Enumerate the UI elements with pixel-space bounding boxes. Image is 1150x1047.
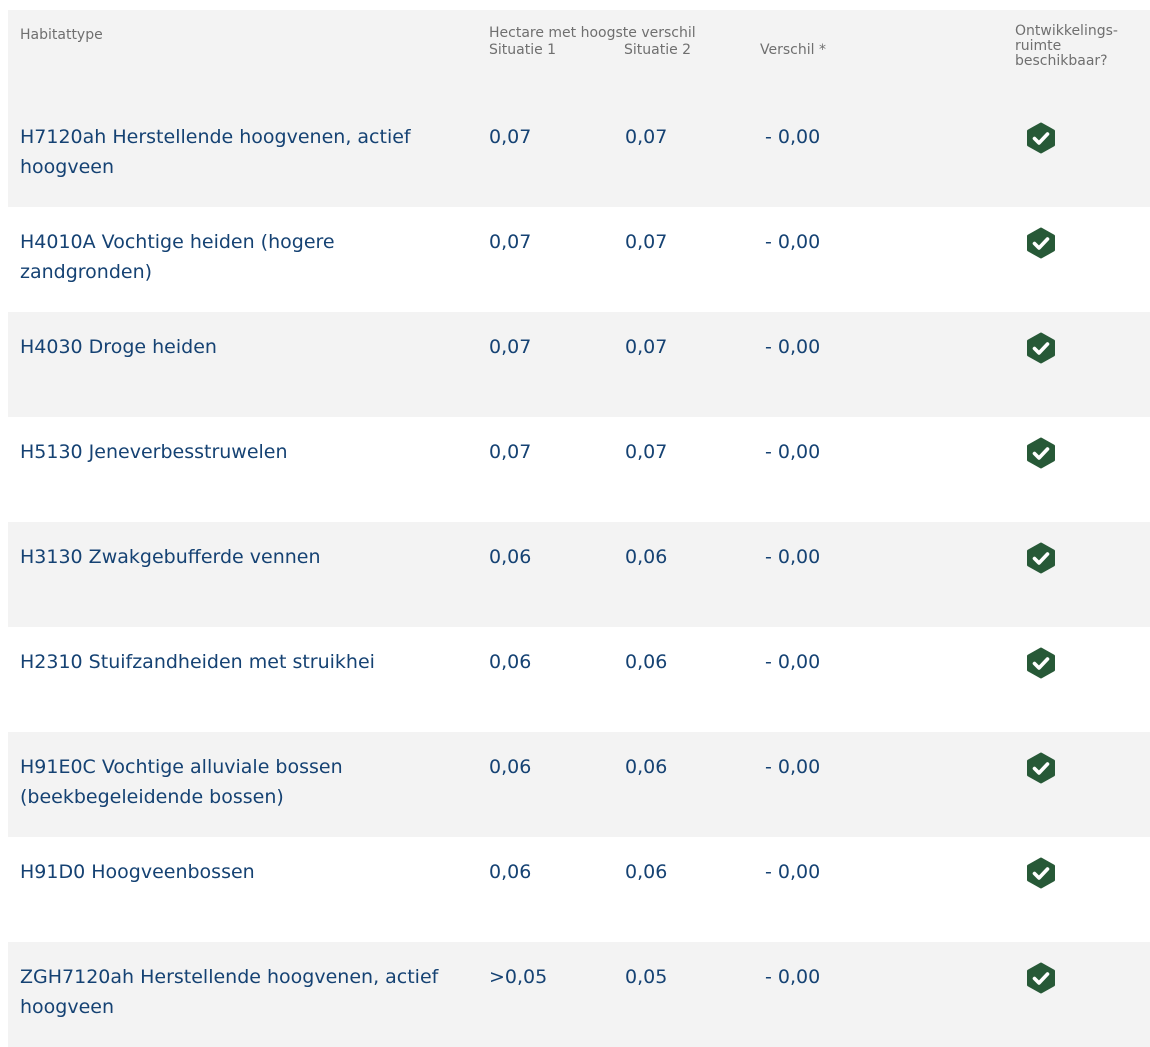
situation-1-value: >0,05 (489, 966, 548, 988)
difference-value: - 0,00 (765, 126, 821, 148)
header-situation-1: Situatie 1 (489, 42, 557, 58)
situation-1-value: 0,07 (489, 336, 532, 358)
situation-2-value: 0,05 (625, 966, 668, 988)
situation-2-value: 0,06 (625, 546, 668, 568)
header-habitat-type: Habitattype (20, 27, 103, 43)
habitat-name[interactable]: H4010A Vochtige heiden (hogere zandgrond… (20, 227, 465, 287)
situation-2-value: 0,07 (625, 441, 668, 463)
habitat-name[interactable]: ZGH7120ah Herstellende hoogvenen, actief… (20, 962, 465, 1022)
table-row: H7120ah Herstellende hoogvenen, actief h… (8, 102, 1150, 207)
table-row: H5130 Jeneverbesstruwelen 0,07 0,07 - 0,00 (8, 417, 1150, 522)
situation-2-value: 0,06 (625, 756, 668, 778)
header-development-line2: ruimte (1015, 38, 1062, 54)
difference-value: - 0,00 (765, 546, 821, 568)
table-row: H91D0 Hoogveenbossen 0,06 0,06 - 0,00 (8, 837, 1150, 942)
table-row: H2310 Stuifzandheiden met struikhei 0,06 0… (8, 627, 1150, 732)
habitat-name[interactable]: H3130 Zwakgebufferde vennen (20, 542, 465, 572)
header-hectare-group: Hectare met hoogste verschil (489, 25, 696, 41)
table-header: Habitattype Hectare met hoogste verschil… (8, 10, 1150, 102)
check-circle-icon (1025, 752, 1057, 784)
situation-2-value: 0,06 (625, 651, 668, 673)
situation-2-value: 0,07 (625, 336, 668, 358)
situation-2-value: 0,07 (625, 231, 668, 253)
difference-value: - 0,00 (765, 441, 821, 463)
check-circle-icon (1025, 227, 1057, 259)
situation-2-value: 0,06 (625, 861, 668, 883)
table-row: H4030 Droge heiden 0,07 0,07 - 0,00 (8, 312, 1150, 417)
situation-2-value: 0,07 (625, 126, 668, 148)
table-row: H3130 Zwakgebufferde vennen 0,06 0,06 - 0,0… (8, 522, 1150, 627)
table-row: ZGH7120ah Herstellende hoogvenen, actief… (8, 942, 1150, 1047)
difference-value: - 0,00 (765, 861, 821, 883)
habitat-name[interactable]: H2310 Stuifzandheiden met struikhei (20, 647, 465, 677)
habitat-table: Habitattype Hectare met hoogste verschil… (8, 10, 1150, 1047)
difference-value: - 0,00 (765, 966, 821, 988)
check-circle-icon (1025, 437, 1057, 469)
habitat-name[interactable]: H91D0 Hoogveenbossen (20, 857, 465, 887)
check-circle-icon (1025, 962, 1057, 994)
habitat-name[interactable]: H7120ah Herstellende hoogvenen, actief h… (20, 122, 465, 182)
habitat-name[interactable]: H4030 Droge heiden (20, 332, 465, 362)
check-circle-icon (1025, 857, 1057, 889)
situation-1-value: 0,06 (489, 756, 532, 778)
check-circle-icon (1025, 542, 1057, 574)
header-development-space: Ontwikkelings- ruimte beschikbaar? (1015, 24, 1145, 69)
difference-value: - 0,00 (765, 756, 821, 778)
situation-1-value: 0,06 (489, 861, 532, 883)
difference-value: - 0,00 (765, 336, 821, 358)
table-row: H4010A Vochtige heiden (hogere zandgrond… (8, 207, 1150, 312)
situation-1-value: 0,07 (489, 126, 532, 148)
check-circle-icon (1025, 332, 1057, 364)
table-body: H7120ah Herstellende hoogvenen, actief h… (8, 102, 1150, 1047)
header-development-line3: beschikbaar? (1015, 53, 1108, 69)
check-circle-icon (1025, 647, 1057, 679)
situation-1-value: 0,06 (489, 651, 532, 673)
situation-1-value: 0,07 (489, 231, 532, 253)
situation-1-value: 0,07 (489, 441, 532, 463)
habitat-name[interactable]: H5130 Jeneverbesstruwelen (20, 437, 465, 467)
header-difference: Verschil * (760, 42, 826, 58)
difference-value: - 0,00 (765, 231, 821, 253)
difference-value: - 0,00 (765, 651, 821, 673)
situation-1-value: 0,06 (489, 546, 532, 568)
header-situation-2: Situatie 2 (624, 42, 692, 58)
habitat-name[interactable]: H91E0C Vochtige alluviale bossen (beekbe… (20, 752, 465, 812)
check-circle-icon (1025, 122, 1057, 154)
header-development-line1: Ontwikkelings- (1015, 23, 1118, 39)
table-row: H91E0C Vochtige alluviale bossen (beekbe… (8, 732, 1150, 837)
